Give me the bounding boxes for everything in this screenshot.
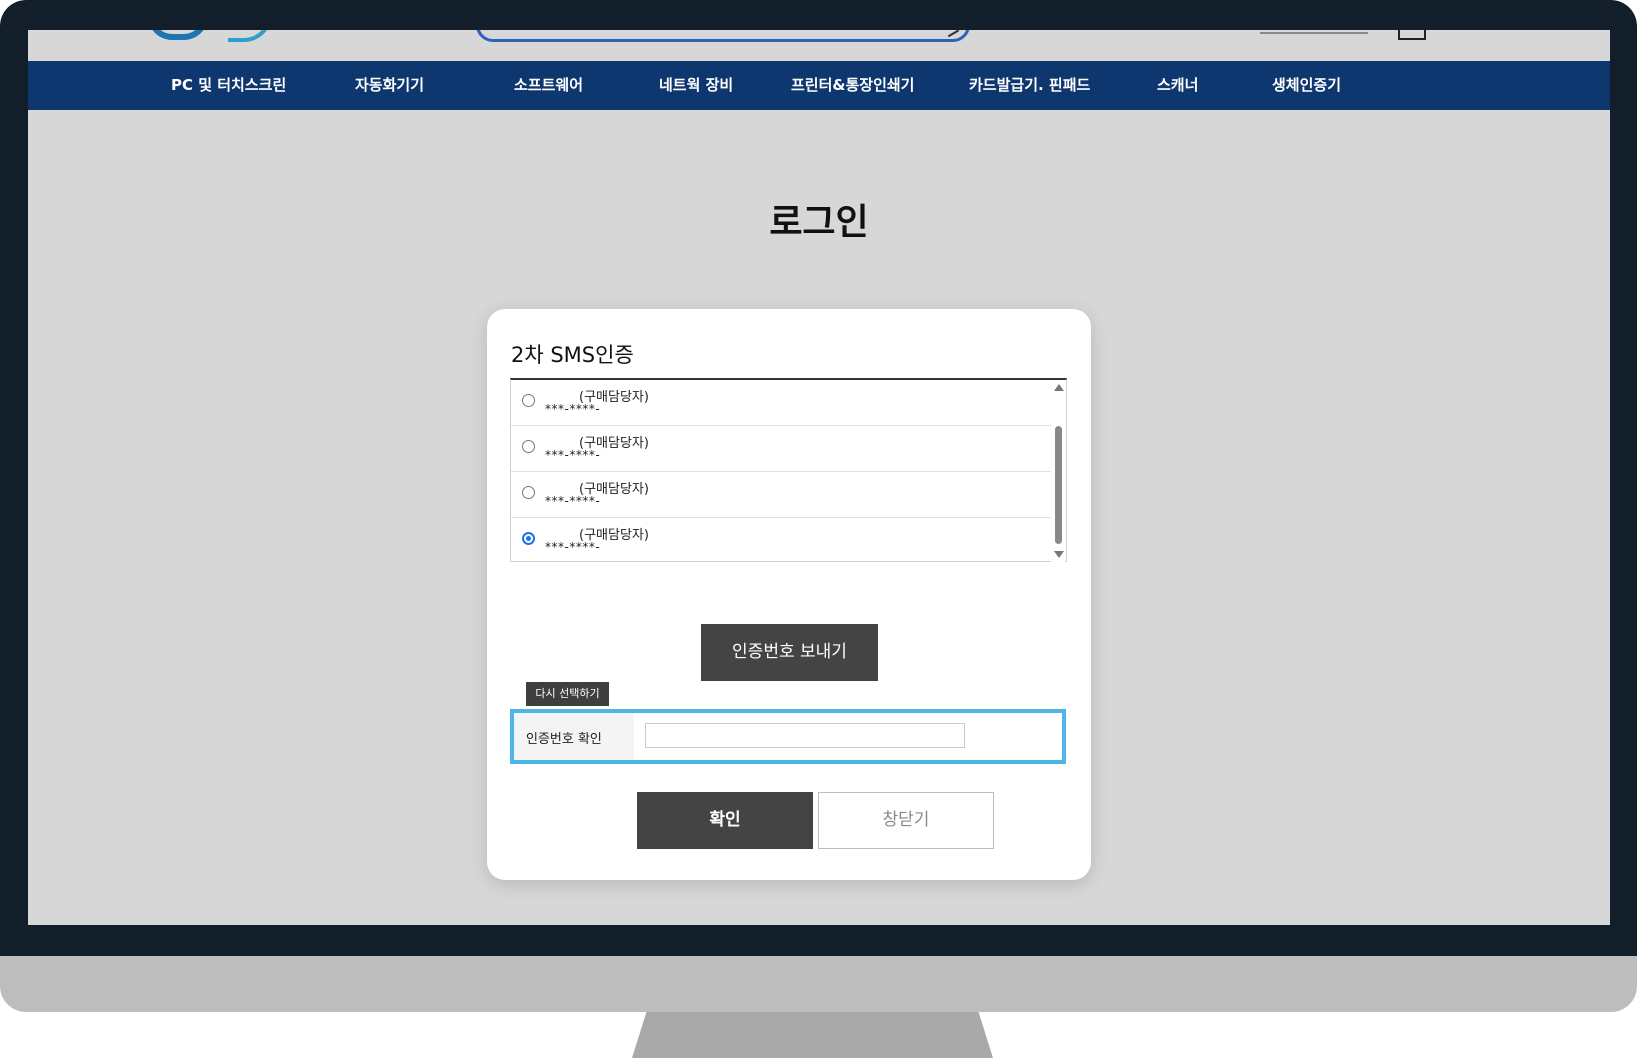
contact-phone: ***-****- <box>545 494 601 508</box>
scroll-up-arrow-icon[interactable] <box>1054 384 1064 391</box>
send-code-button[interactable]: 인증번호 보내기 <box>701 624 878 681</box>
nav-item-software[interactable]: 소프트웨어 <box>514 61 583 110</box>
contact-row[interactable]: (구매담당자) ***-****- <box>511 472 1051 518</box>
contact-row[interactable]: (구매담당자) ***-****- <box>511 426 1051 472</box>
scroll-down-arrow-icon[interactable] <box>1054 551 1064 558</box>
monitor-bezel: PC 및 터치스크린 자동화기기 소프트웨어 네트웍 장비 프린터&통장인쇄기 … <box>0 0 1637 956</box>
cart-icon[interactable] <box>1398 30 1426 40</box>
header-links[interactable] <box>1260 30 1368 34</box>
contact-radio-selected[interactable] <box>522 532 535 545</box>
site-header <box>28 30 1610 61</box>
nav-item-automation[interactable]: 자동화기기 <box>355 61 424 110</box>
nav-item-printer[interactable]: 프린터&통장인쇄기 <box>791 61 914 110</box>
nav-item-biometric[interactable]: 생체인증기 <box>1272 61 1341 110</box>
list-scrollbar[interactable] <box>1051 380 1065 562</box>
search-input[interactable] <box>476 30 970 42</box>
reselect-button[interactable]: 다시 선택하기 <box>526 682 609 706</box>
site-logo[interactable] <box>148 30 208 40</box>
browser-viewport: PC 및 터치스크린 자동화기기 소프트웨어 네트웍 장비 프린터&통장인쇄기 … <box>28 30 1610 925</box>
contact-radio[interactable] <box>522 394 535 407</box>
verify-code-row: 인증번호 확인 <box>510 709 1066 764</box>
page-title: 로그인 <box>769 202 869 243</box>
contact-radio[interactable] <box>522 440 535 453</box>
verify-code-input[interactable] <box>645 723 965 748</box>
scroll-thumb[interactable] <box>1055 426 1062 544</box>
main-nav: PC 및 터치스크린 자동화기기 소프트웨어 네트웍 장비 프린터&통장인쇄기 … <box>28 61 1610 110</box>
contact-list: (구매담당자) ***-****- (구매담당자) ***-****- (구매담… <box>510 378 1067 562</box>
contact-row[interactable]: (구매담당자) ***-****- <box>511 518 1051 564</box>
contact-phone: ***-****- <box>545 402 601 416</box>
contact-phone: ***-****- <box>545 540 601 554</box>
modal-title: 2차 SMS인증 <box>511 343 634 367</box>
contact-row[interactable]: (구매담당자) ***-****- <box>511 380 1051 426</box>
verify-label-cell: 인증번호 확인 <box>514 713 634 760</box>
verify-label: 인증번호 확인 <box>526 732 602 747</box>
monitor-stand <box>632 1012 993 1058</box>
contact-radio[interactable] <box>522 486 535 499</box>
nav-item-pc-touchscreen[interactable]: PC 및 터치스크린 <box>171 61 286 110</box>
site-logo-mark <box>228 30 272 42</box>
monitor-frame: PC 및 터치스크린 자동화기기 소프트웨어 네트웍 장비 프린터&통장인쇄기 … <box>0 0 1637 1012</box>
nav-item-network[interactable]: 네트웍 장비 <box>659 61 733 110</box>
close-window-button[interactable]: 창닫기 <box>818 792 994 849</box>
search-icon[interactable] <box>942 30 960 38</box>
nav-item-scanner[interactable]: 스캐너 <box>1157 61 1198 110</box>
nav-item-card-issuer[interactable]: 카드발급기. 핀패드 <box>969 61 1090 110</box>
sms-auth-modal: 2차 SMS인증 (구매담당자) ***-****- (구매담당자) ***-*… <box>487 309 1091 880</box>
confirm-button[interactable]: 확인 <box>637 792 813 849</box>
contact-phone: ***-****- <box>545 448 601 462</box>
